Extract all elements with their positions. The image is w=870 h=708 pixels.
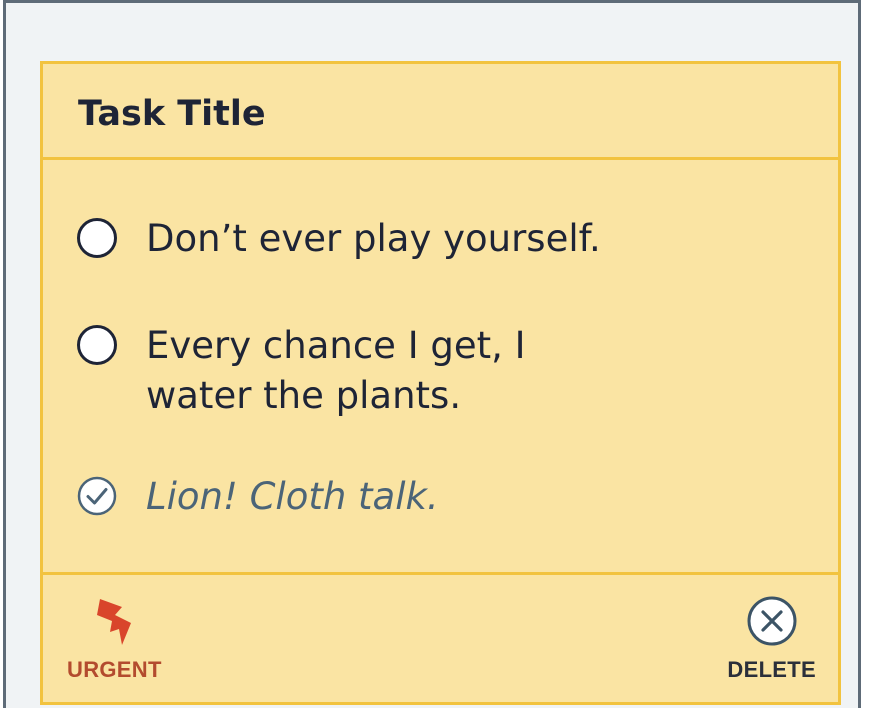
- urgent-label: URGENT: [67, 657, 162, 682]
- task-text: Every chance I get, I water the plants.: [146, 324, 526, 417]
- lightning-icon: [97, 599, 132, 645]
- radio-empty-icon[interactable]: [75, 216, 119, 260]
- check-circle-icon[interactable]: [75, 474, 119, 518]
- urgent-button[interactable]: URGENT: [67, 595, 162, 683]
- card-header: Task Title: [43, 64, 838, 160]
- task-item[interactable]: Don’t ever play yourself.: [75, 214, 601, 264]
- app-frame: Task Title Don’t ever play yourself. Eve…: [3, 0, 861, 708]
- task-text: Don’t ever play yourself.: [146, 217, 601, 260]
- card-footer: URGENT DELETE: [43, 572, 838, 702]
- card-title: Task Title: [78, 94, 266, 134]
- delete-button[interactable]: DELETE: [727, 595, 816, 683]
- task-item[interactable]: Every chance I get, I water the plants.: [75, 321, 526, 421]
- close-circle-icon: [747, 596, 797, 646]
- task-text: Lion! Cloth talk.: [146, 475, 439, 518]
- delete-label: DELETE: [727, 657, 816, 682]
- radio-empty-icon[interactable]: [75, 323, 119, 367]
- task-card: Task Title Don’t ever play yourself. Eve…: [40, 61, 841, 705]
- task-item-completed[interactable]: Lion! Cloth talk.: [75, 472, 439, 522]
